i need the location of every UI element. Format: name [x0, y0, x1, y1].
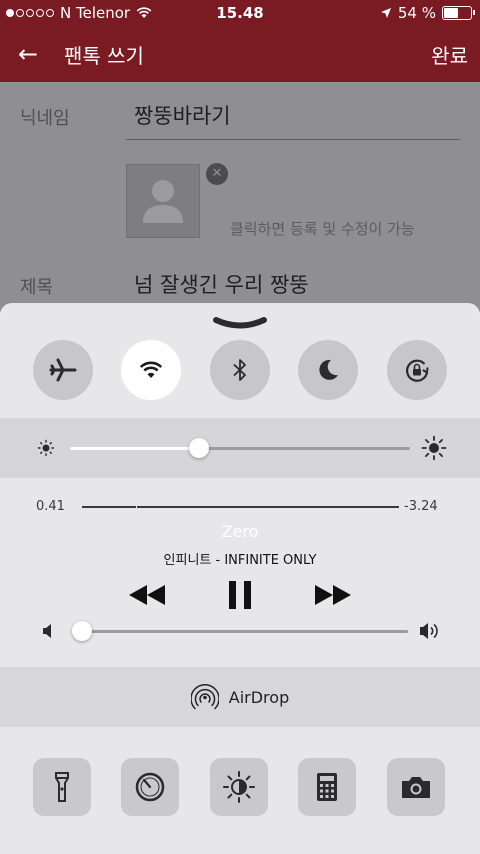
nickname-label: 닉네임 [20, 108, 70, 129]
back-arrow-icon[interactable]: ← [18, 40, 38, 68]
nickname-underline [126, 139, 460, 140]
song-artist: 인피니트 - INFINITE ONLY [163, 553, 317, 568]
flashlight-button[interactable] [33, 758, 91, 816]
brightness-knob[interactable] [189, 438, 210, 458]
airdrop-label: AirDrop [228, 687, 290, 707]
brightness-row [0, 418, 480, 478]
elapsed-time: 0.41 [36, 499, 65, 514]
status-right: 54 % [380, 4, 475, 22]
brightness-slider[interactable] [70, 447, 410, 450]
volume-knob[interactable] [72, 621, 92, 641]
wifi-icon [139, 361, 163, 378]
volume-high-icon [420, 623, 438, 639]
timer-icon [135, 772, 165, 802]
calculator-icon [317, 773, 337, 801]
flashlight-icon [55, 772, 69, 802]
fast-forward-icon [315, 585, 351, 605]
airdrop-icon [190, 683, 219, 710]
battery-percent: 54 % [397, 4, 436, 22]
airdrop-button[interactable]: AirDrop [0, 667, 480, 727]
post-form: 닉네임 짱뚱바라기 ✕ 클릭하면 등록 및 수정이 가능 제목 넘 잘생긴 우리… [0, 82, 480, 312]
airplane-mode-toggle[interactable] [33, 340, 93, 400]
remove-photo-icon[interactable]: ✕ [206, 163, 228, 185]
rewind-button[interactable] [128, 580, 166, 610]
brightness-high-icon [421, 435, 447, 461]
timer-button[interactable] [121, 758, 179, 816]
song-title: Zero [221, 522, 259, 541]
playback-scrubber[interactable] [82, 504, 399, 510]
rotation-lock-toggle[interactable] [387, 340, 447, 400]
airplane-icon [49, 358, 77, 382]
camera-button[interactable] [387, 758, 445, 816]
bluetooth-icon [233, 359, 246, 381]
subject-field[interactable]: 넘 잘생긴 우리 짱뚱 [134, 269, 309, 299]
nickname-field[interactable]: 짱뚱바라기 [134, 100, 231, 130]
battery-icon [442, 6, 475, 20]
rotation-lock-icon [406, 359, 429, 382]
volume-slider[interactable] [82, 630, 408, 633]
page-title: 팬톡 쓰기 [64, 44, 144, 68]
navigation-bar: ← 팬톡 쓰기 완료 [0, 26, 480, 82]
bluetooth-toggle[interactable] [210, 340, 270, 400]
status-bar: N Telenor 15.48 54 % [0, 0, 480, 26]
brightness-low-icon [37, 439, 55, 457]
rewind-icon [129, 585, 165, 605]
moon-icon [319, 359, 338, 380]
calculator-button[interactable] [298, 758, 356, 816]
photo-hint: 클릭하면 등록 및 수정이 가능 [230, 220, 415, 238]
dismiss-grabber-icon[interactable] [212, 315, 268, 333]
control-center: 0.41 -3.24 Zero 인피니트 - INFINITE ONLY Air… [0, 303, 480, 854]
volume-low-icon [43, 624, 51, 638]
photo-placeholder[interactable] [126, 164, 200, 238]
pause-icon [229, 581, 251, 609]
night-shift-button[interactable] [210, 758, 268, 816]
scrubber-position[interactable] [135, 504, 137, 510]
pause-button[interactable] [226, 580, 254, 610]
fast-forward-button[interactable] [314, 580, 352, 610]
done-button[interactable]: 완료 [431, 40, 468, 69]
night-shift-icon [223, 771, 255, 803]
camera-icon [402, 777, 430, 798]
remaining-time: -3.24 [404, 499, 438, 514]
person-icon [143, 180, 183, 223]
wifi-toggle[interactable] [121, 340, 181, 400]
do-not-disturb-toggle[interactable] [298, 340, 358, 400]
location-arrow-icon [380, 8, 391, 18]
subject-label: 제목 [20, 277, 54, 298]
